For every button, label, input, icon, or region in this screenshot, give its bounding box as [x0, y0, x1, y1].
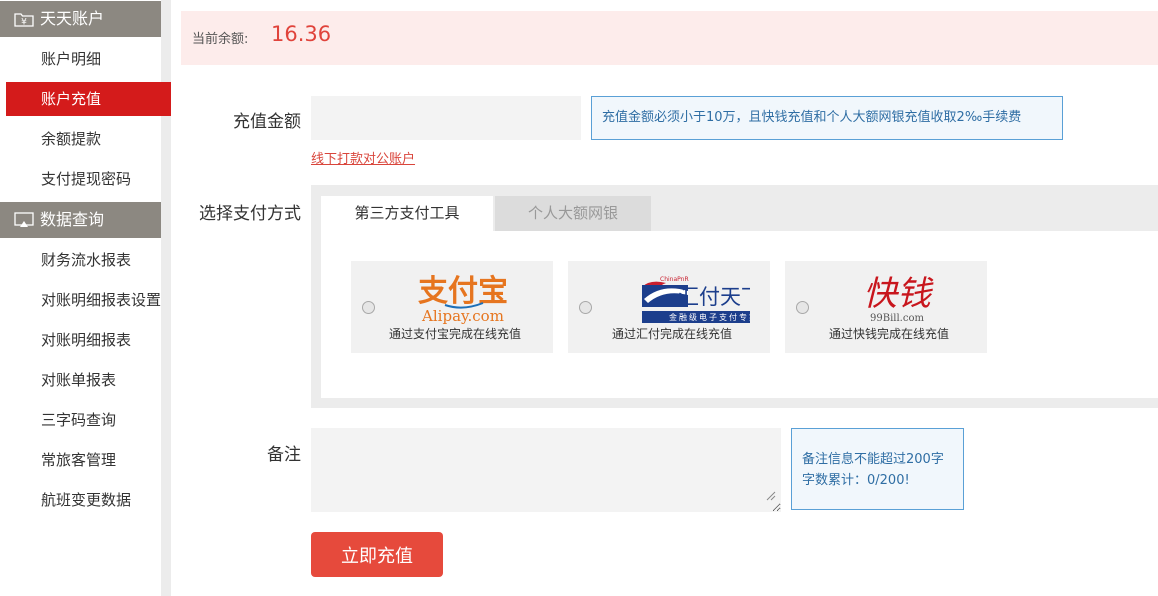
resize-grip-icon[interactable]	[764, 489, 776, 501]
sidebar-item-finance-report[interactable]: 财务流水报表	[6, 243, 171, 277]
remark-textarea[interactable]	[311, 428, 781, 512]
svg-text:¥: ¥	[21, 18, 27, 28]
balance-value: 16.36	[271, 22, 332, 46]
99bill-logo-sub: 99Bill.com	[870, 313, 924, 324]
sidebar-item-pay-password[interactable]: 支付提现密码	[6, 162, 171, 196]
alipay-logo: 支付宝 Alipay.com	[418, 274, 508, 325]
monitor-icon	[14, 212, 34, 227]
alipay-logo-sub: Alipay.com	[421, 307, 504, 325]
99bill-logo: 快钱 99Bill.com	[863, 274, 934, 324]
section-title-account: 天天账户	[40, 9, 105, 28]
offline-transfer-link[interactable]: 线下打款对公账户	[311, 148, 415, 167]
alipay-radio[interactable]	[362, 301, 375, 314]
recharge-submit-button[interactable]: 立即充值	[311, 532, 443, 577]
chinapnr-logo-sub: 金融级电子支付专家	[669, 312, 750, 322]
remark-label: 备注	[267, 445, 301, 465]
chinapnr-logo-text: 汇付天下	[678, 285, 750, 309]
remark-tip: 备注信息不能超过200字 字数累计：0/200!	[791, 428, 964, 510]
sidebar-item-frequent-traveler[interactable]: 常旅客管理	[6, 443, 171, 477]
sidebar-item-withdraw[interactable]: 余额提款	[6, 122, 171, 156]
chinapnr-logo: ChinaPnR 汇付天下 金融级电子支付专家	[642, 276, 750, 323]
alipay-caption: 通过支付宝完成在线充值	[388, 327, 521, 341]
wallet-folder-icon: ¥	[14, 13, 34, 28]
amount-tip: 充值金额必须小于10万，且快钱充值和个人大额网银充值收取2‰手续费	[591, 96, 1063, 140]
pay-option-99bill[interactable]: 快钱 99Bill.com 通过快钱完成在线充值	[785, 261, 987, 353]
tab-third-party[interactable]: 第三方支付工具	[321, 196, 493, 231]
remark-tip-count: 字数累计：0/200!	[802, 473, 910, 488]
section-header-account[interactable]: ¥ 天天账户	[0, 1, 161, 37]
sidebar-item-reconcile-settings[interactable]: 对账明细报表设置	[6, 283, 171, 317]
chinapnr-caption: 通过汇付完成在线充值	[611, 327, 732, 341]
section-header-data-query[interactable]: 数据查询	[0, 202, 161, 238]
pay-option-alipay[interactable]: 支付宝 Alipay.com 通过支付宝完成在线充值	[351, 261, 553, 353]
section-title-data-query: 数据查询	[40, 210, 105, 229]
sidebar-item-account-recharge[interactable]: 账户充值	[6, 82, 171, 116]
99bill-caption: 通过快钱完成在线充值	[828, 327, 949, 341]
chinapnr-logo-mark: ChinaPnR	[660, 276, 689, 283]
99bill-radio[interactable]	[796, 301, 809, 314]
balance-bar: 当前余额: 16.36	[181, 11, 1158, 65]
balance-label: 当前余额:	[192, 32, 249, 47]
sidebar-item-account-detail[interactable]: 账户明细	[6, 42, 171, 76]
99bill-logo-text: 快钱	[863, 274, 934, 314]
sidebar-item-iata-code[interactable]: 三字码查询	[6, 403, 171, 437]
sidebar-item-statement-report[interactable]: 对账单报表	[6, 363, 171, 397]
sidebar: ¥ 天天账户 账户明细 账户充值 余额提款 支付提现密码 数据查询 财务流水报表…	[0, 0, 171, 596]
chinapnr-radio[interactable]	[579, 301, 592, 314]
amount-input[interactable]	[311, 96, 581, 140]
amount-label: 充值金额	[233, 112, 301, 132]
pay-option-chinapnr[interactable]: ChinaPnR 汇付天下 金融级电子支付专家 通过汇付完成在线充值	[568, 261, 770, 353]
pay-method-label: 选择支付方式	[199, 204, 301, 224]
alipay-logo-text: 支付宝	[418, 274, 508, 309]
sidebar-item-reconcile-detail[interactable]: 对账明细报表	[6, 323, 171, 357]
remark-tip-limit: 备注信息不能超过200字	[802, 452, 944, 467]
tab-personal-bank[interactable]: 个人大额网银	[495, 196, 651, 231]
sidebar-item-flight-change[interactable]: 航班变更数据	[6, 483, 171, 517]
